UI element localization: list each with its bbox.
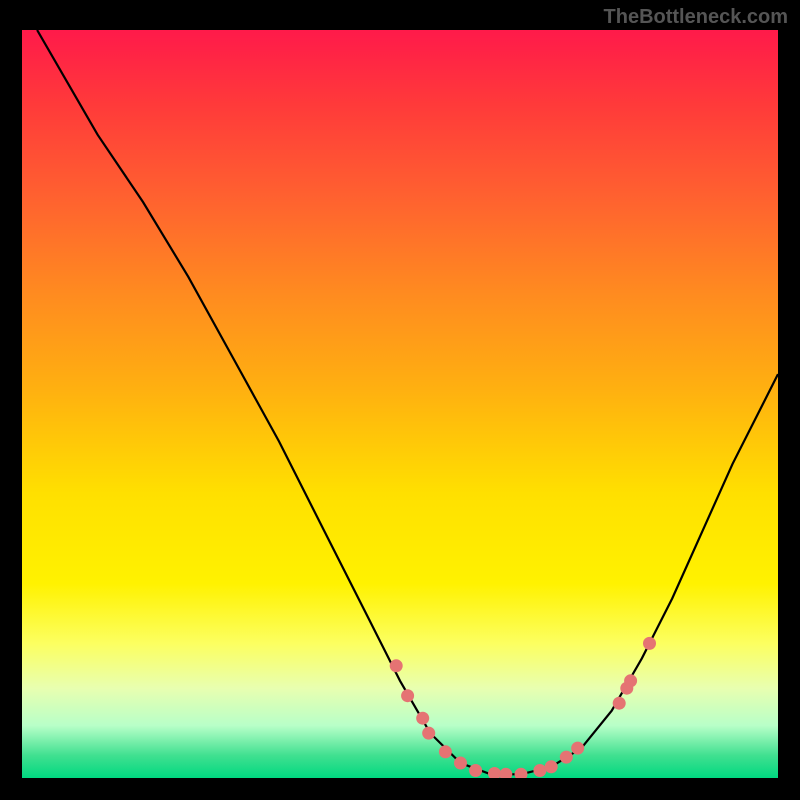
chart-marker — [613, 697, 626, 710]
chart-marker — [488, 767, 501, 778]
chart-marker — [439, 745, 452, 758]
chart-marker — [533, 764, 546, 777]
chart-marker — [454, 757, 467, 770]
chart-plot-area — [22, 30, 778, 778]
chart-marker — [499, 768, 512, 778]
bottleneck-curve — [37, 30, 778, 774]
chart-marker — [545, 760, 558, 773]
chart-marker — [416, 712, 429, 725]
chart-marker — [571, 742, 584, 755]
attribution-text: TheBottleneck.com — [604, 6, 788, 29]
chart-marker — [624, 674, 637, 687]
chart-svg — [22, 30, 778, 778]
chart-marker — [515, 768, 528, 778]
chart-markers — [390, 637, 656, 778]
chart-marker — [469, 764, 482, 777]
chart-marker — [390, 659, 403, 672]
chart-marker — [422, 727, 435, 740]
chart-marker — [560, 751, 573, 764]
chart-marker — [643, 637, 656, 650]
chart-marker — [401, 689, 414, 702]
